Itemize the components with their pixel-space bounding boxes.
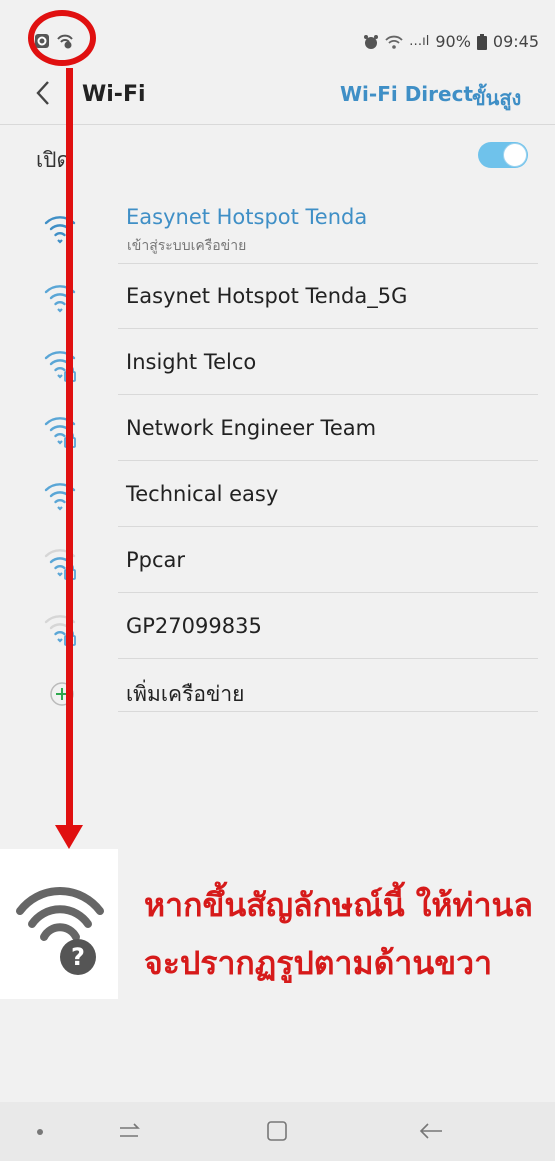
network-item[interactable]: Ppcar — [0, 528, 555, 594]
recents-icon[interactable] — [116, 1120, 144, 1142]
switch-knob — [503, 143, 527, 167]
network-name: Insight Telco — [126, 350, 257, 374]
home-icon[interactable] — [264, 1118, 290, 1144]
annotation-arrow-line — [66, 68, 73, 828]
back-icon[interactable] — [416, 1118, 446, 1144]
advanced-button[interactable]: ขั้นสูง — [472, 82, 521, 114]
network-name: GP27099835 — [126, 614, 262, 638]
row-divider — [118, 526, 538, 527]
network-name: Technical easy — [126, 482, 279, 506]
no-internet-inset: ? — [0, 849, 118, 999]
wifi-lock-icon — [44, 549, 76, 580]
svg-text:?: ? — [71, 943, 85, 971]
navigation-bar — [0, 1102, 555, 1161]
status-right: …ıl 90% 09:45 — [363, 32, 539, 51]
network-item[interactable]: Easynet Hotspot Tenda_5G — [0, 264, 555, 330]
row-divider — [118, 711, 538, 712]
row-divider — [118, 592, 538, 593]
network-name: Easynet Hotspot Tenda_5G — [126, 284, 408, 308]
page-title: Wi-Fi — [82, 82, 146, 107]
signal-bars: …ıl — [409, 34, 430, 49]
battery-icon — [476, 33, 487, 50]
wifi-signal-icon — [44, 285, 76, 313]
wifi-direct-button[interactable]: Wi-Fi Direct — [340, 82, 473, 106]
row-divider — [118, 328, 538, 329]
wifi-question-icon: ? — [16, 887, 104, 975]
network-name: Ppcar — [126, 548, 186, 572]
row-divider — [118, 460, 538, 461]
row-divider — [118, 658, 538, 659]
wifi-signal-icon — [44, 483, 76, 511]
network-item[interactable]: GP27099835 — [0, 594, 555, 660]
highlight-circle — [28, 10, 96, 66]
network-item[interactable]: Insight Telco — [0, 330, 555, 396]
wifi-lock-icon — [44, 417, 76, 448]
network-status: เข้าสู่ระบบเครือข่าย — [127, 238, 247, 254]
wifi-switch[interactable] — [478, 142, 528, 168]
dot-icon[interactable] — [36, 1128, 44, 1136]
clock: 09:45 — [492, 32, 539, 51]
battery-percent: 90% — [435, 32, 471, 51]
add-network-item[interactable]: เพิ่มเครือข่าย — [0, 660, 555, 726]
wifi-lock-icon — [44, 351, 76, 382]
alarm-icon — [364, 34, 379, 49]
annotation-arrow-head — [55, 825, 83, 849]
network-name: Easynet Hotspot Tenda — [126, 205, 368, 229]
app-header: Wi-Fi Wi-Fi Direct ขั้นสูง — [0, 70, 555, 120]
add-circle-icon — [50, 682, 74, 706]
network-name: Network Engineer Team — [126, 416, 377, 440]
add-network-label: เพิ่มเครือข่าย — [126, 682, 245, 706]
wifi-status-icon — [385, 35, 403, 49]
network-item[interactable]: Network Engineer Team — [0, 396, 555, 462]
row-divider — [118, 394, 538, 395]
network-item[interactable]: Technical easy — [0, 462, 555, 528]
annotation-line-2: จะปรากฏรูปตามด้านขวา — [144, 944, 493, 982]
wifi-lock-icon — [44, 615, 76, 646]
header-divider — [0, 124, 555, 125]
annotation-line-1: หากขึ้นสัญลักษณ์นี้ ให้ท่านล — [144, 886, 534, 924]
wifi-toggle-row[interactable]: เปิด — [0, 126, 555, 186]
wifi-signal-icon — [44, 216, 76, 244]
back-arrow-icon[interactable] — [30, 78, 56, 108]
network-item[interactable]: Easynet Hotspot Tenda เข้าสู่ระบบเครือข่… — [0, 195, 555, 261]
